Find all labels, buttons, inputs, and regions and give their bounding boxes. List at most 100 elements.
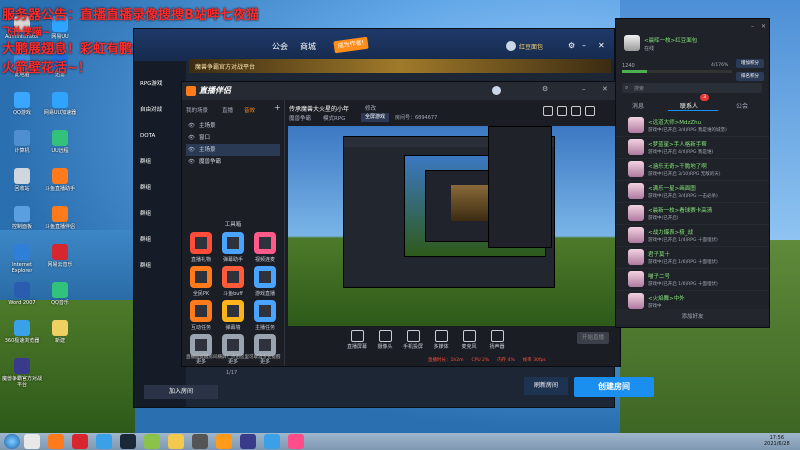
eye-icon[interactable]: 👁 xyxy=(188,123,195,129)
sidebar-item-group[interactable]: 群组 xyxy=(140,227,162,253)
become-author-tag[interactable]: 成为作者! xyxy=(333,36,369,54)
desktop-icon[interactable]: 斗鱼直播助手 xyxy=(40,168,80,192)
toolbox-item[interactable]: 互动任务 xyxy=(185,300,217,331)
desktop-icon[interactable]: 斗鱼直播伴侣 xyxy=(40,206,80,230)
system-clock[interactable]: 17:56 2021/6/28 xyxy=(764,435,790,447)
friend-item[interactable]: <梦蓝星>手人格新手帮 游戏中(已开启 4/4)RPG 我是谁) xyxy=(616,137,769,159)
stream-title[interactable]: 传承魔兽大火星的小年 xyxy=(289,104,349,113)
toolbox-item[interactable]: 游戏直播 xyxy=(249,266,281,297)
tab-contacts[interactable]: 联系人 xyxy=(680,101,698,110)
join-room-button[interactable]: 加入房间 xyxy=(144,385,218,399)
chat-close-icon[interactable]: ✕ xyxy=(761,23,766,30)
bottom-tool[interactable]: 直播屏幕 xyxy=(345,330,369,350)
desktop-icon[interactable]: 新建 xyxy=(40,320,80,344)
category-secondary[interactable]: 模式RPG xyxy=(323,114,345,122)
desktop-icon[interactable]: 计算机 xyxy=(2,130,42,154)
scene-item[interactable]: 👁 窗口 xyxy=(186,132,280,144)
nav-shop[interactable]: 商城 xyxy=(300,41,316,52)
friend-item[interactable]: 喵子二号 游戏中(已开启 1/6)RPG 十面埋伏) xyxy=(616,269,769,291)
taskbar-app-icon[interactable] xyxy=(192,434,208,449)
tab-messages[interactable]: 消息 xyxy=(632,101,644,110)
category[interactable]: 魔兽争霸 xyxy=(289,114,311,122)
preview-mirror-icon[interactable] xyxy=(557,106,567,116)
desktop-icon[interactable]: Internet Explorer xyxy=(2,244,42,274)
rank-points-button[interactable]: 排名积分 xyxy=(736,72,764,81)
companion-close-icon[interactable]: ✕ xyxy=(602,85,608,93)
bottom-tool[interactable]: 摄像头 xyxy=(373,330,397,350)
toolbox-item[interactable]: 主播任务 xyxy=(249,300,281,331)
edit-title-link[interactable]: 修改 xyxy=(365,104,376,112)
add-points-button[interactable]: 增加积分 xyxy=(736,59,764,68)
user-name[interactable]: 红豆面包 xyxy=(519,42,543,51)
chat-minimize-icon[interactable]: – xyxy=(751,23,754,30)
taskbar-app-icon[interactable] xyxy=(144,434,160,449)
friend-item[interactable]: <远道大师>MdzZhu 游戏中(已开启 3/4)RPG 我是谁的城堡) xyxy=(616,115,769,137)
taskbar-app-icon[interactable] xyxy=(168,434,184,449)
desktop-icon[interactable]: QQ音乐 xyxy=(40,282,80,306)
desktop-icon[interactable]: QQ游戏 xyxy=(2,92,42,116)
desktop-icon[interactable]: 魔兽争霸官方对战平台 xyxy=(2,358,42,388)
toolbox-item[interactable]: 更多 xyxy=(217,334,249,365)
eye-icon[interactable]: 👁 xyxy=(188,147,195,153)
sidebar-item-dota[interactable]: DOTA xyxy=(140,123,162,149)
scene-item[interactable]: 👁 魔兽争霸 xyxy=(186,156,280,168)
add-scene-icon[interactable]: + xyxy=(274,103,281,112)
eye-icon[interactable]: 👁 xyxy=(188,135,195,141)
desktop-icon[interactable]: 360极速浏览器 xyxy=(2,320,42,344)
sidebar-item-group[interactable]: 群组 xyxy=(140,149,162,175)
profile-name[interactable]: <晨晖一枚>红豆面包 xyxy=(644,36,697,44)
fullscreen-game-button[interactable]: 全屏游戏 xyxy=(361,113,389,122)
toolbox-item[interactable]: 更多 xyxy=(249,334,281,365)
profile-avatar[interactable] xyxy=(624,35,640,51)
nav-guild[interactable]: 公会 xyxy=(272,41,288,52)
tab-my-scene[interactable]: 我的场景 xyxy=(186,106,208,114)
taskbar-app-icon[interactable] xyxy=(240,434,256,449)
taskbar-app-icon[interactable] xyxy=(120,434,136,449)
notice-text[interactable]: 直播间提醒房间横屏！点击这里可取消专业提醒 xyxy=(186,355,281,360)
companion-minimize-icon[interactable]: – xyxy=(582,85,586,93)
taskbar-app-icon[interactable] xyxy=(48,434,64,449)
bottom-tool[interactable]: 多媒体 xyxy=(429,330,453,350)
preview-fit-icon[interactable] xyxy=(571,106,581,116)
create-room-button[interactable]: 创建房间 xyxy=(574,377,654,397)
close-icon[interactable]: ✕ xyxy=(598,41,605,50)
toolbox-item[interactable]: 视频连麦 xyxy=(249,232,281,263)
eye-icon[interactable]: 👁 xyxy=(188,159,195,165)
toolbox-item[interactable]: 弹幕助手 xyxy=(217,232,249,263)
taskbar-app-icon[interactable] xyxy=(288,434,304,449)
profile-status[interactable]: 在线 xyxy=(644,45,654,52)
desktop-icon[interactable]: 网易云音乐 xyxy=(40,244,80,268)
toolbox-item[interactable]: 弹幕墙 xyxy=(217,300,249,331)
refresh-room-button[interactable]: 刷新房间 xyxy=(524,377,568,395)
taskbar-app-icon[interactable] xyxy=(96,434,112,449)
start-live-button[interactable]: 开始直播 xyxy=(577,332,609,344)
user-avatar[interactable] xyxy=(506,41,516,51)
preview-layout-icon[interactable] xyxy=(543,106,553,116)
friend-item[interactable]: <晨新一枚>看球赛卡高清 游戏中(已开启) xyxy=(616,203,769,225)
taskbar-app-icon[interactable] xyxy=(216,434,232,449)
desktop-icon[interactable]: UU远程 xyxy=(40,130,80,154)
toolbox-item[interactable]: 斗鱼buff xyxy=(217,266,249,297)
bottom-tool[interactable]: 麦克风 xyxy=(457,330,481,350)
gear-icon[interactable]: ⚙ xyxy=(568,41,575,50)
friend-item[interactable]: <满乐一星>画面图 游戏中(已开启 3/4)RPG 一击必杀) xyxy=(616,181,769,203)
companion-avatar[interactable] xyxy=(492,86,501,95)
friend-item[interactable]: <战力爆表>极_战 游戏中(已开启 1/4)RPG 十面埋伏) xyxy=(616,225,769,247)
taskbar-app-icon[interactable] xyxy=(264,434,280,449)
scene-item[interactable]: 👁 主场景 xyxy=(186,144,280,156)
taskbar-app-icon[interactable] xyxy=(72,434,88,449)
add-friend-button[interactable]: 添加好友 xyxy=(616,309,769,325)
sidebar-item-group[interactable]: 群组 xyxy=(140,201,162,227)
toolbox-item[interactable]: 直播礼物 xyxy=(185,232,217,263)
friend-item[interactable]: 君子莫十 游戏中(已开启 1/6)RPG 十面埋伏) xyxy=(616,247,769,269)
scene-item[interactable]: 👁 主场景 xyxy=(186,120,280,132)
toolbox-item[interactable]: 全民PK xyxy=(185,266,217,297)
bottom-tool[interactable]: 扬声器 xyxy=(485,330,509,350)
desktop-icon[interactable]: Word 2007 xyxy=(2,282,42,306)
companion-settings-icon[interactable]: ⚙ xyxy=(542,85,548,93)
desktop-icon[interactable]: 控制面板 xyxy=(2,206,42,230)
preview-crop-icon[interactable] xyxy=(585,106,595,116)
tab-live[interactable]: 直播 xyxy=(222,106,233,114)
desktop-icon[interactable]: 网易UU加速器 xyxy=(40,92,80,116)
search-field[interactable]: ⌕ 搜索 xyxy=(622,83,762,93)
